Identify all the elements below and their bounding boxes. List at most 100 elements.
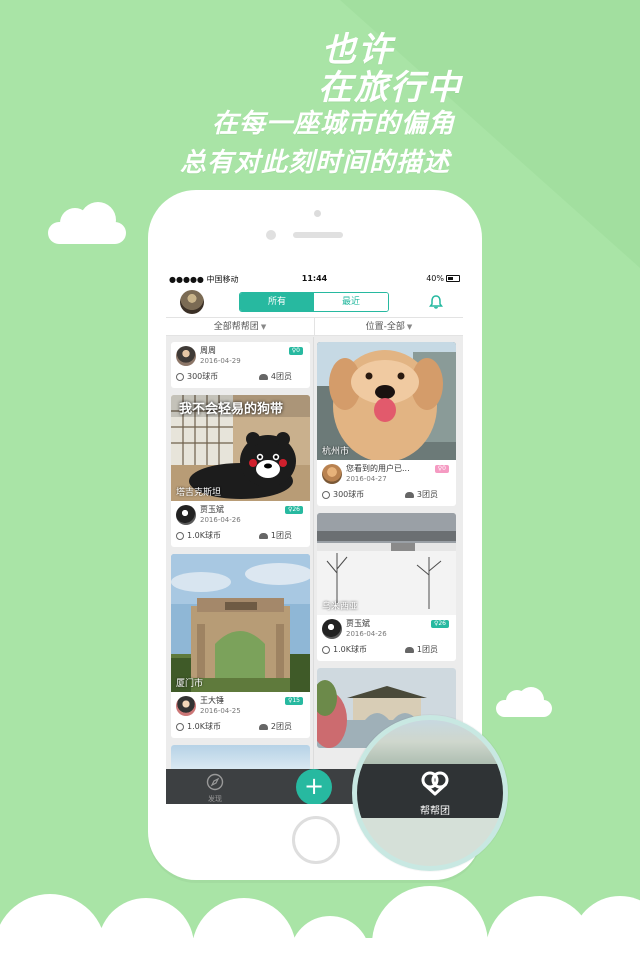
tab-recent[interactable]: 最近	[314, 293, 388, 311]
tab-group-label: 帮帮团	[420, 806, 450, 817]
gender-badge: ♀0	[434, 465, 449, 473]
poster-line-3: 在每一座城市的偏角	[212, 109, 456, 139]
top-bar: 所有 最近	[166, 286, 463, 318]
caret-down-icon: ▼	[260, 323, 267, 331]
members-icon	[404, 491, 414, 498]
avatar	[322, 464, 342, 484]
battery-indicator: 40%	[426, 274, 460, 283]
add-button[interactable]: +	[296, 769, 332, 804]
gate-photo	[171, 554, 310, 692]
coin-count: 300球币	[322, 489, 364, 500]
coin-icon	[176, 722, 184, 731]
location-label: 杭州市	[322, 447, 350, 457]
coin-icon	[322, 490, 330, 499]
cloud-decoration-left	[48, 202, 126, 244]
user-name: 贾玉斌	[346, 619, 370, 628]
card-info: 周周 2016-04-29 ♀0 300球币 4团员	[171, 342, 310, 388]
group-card[interactable]: 周周 2016-04-29 ♀0 300球币 4团员	[171, 342, 310, 388]
user-avatar[interactable]	[180, 290, 204, 314]
avatar	[176, 696, 196, 716]
poster-background: 也许 在旅行中 在每一座城市的偏角 总有对此刻时间的描述 ●●●●● 中国移动 …	[0, 0, 640, 960]
post-date: 2016-04-26	[346, 630, 387, 638]
member-count: 1团员	[258, 530, 292, 541]
magnifier-highlight: 帮帮团	[352, 715, 508, 871]
coin-count: 1.0K球币	[322, 644, 367, 655]
gender-badge: ♀0	[288, 347, 303, 355]
bell-icon[interactable]	[428, 294, 444, 310]
image-overlay-text: 我不会轻易的狗带	[179, 402, 284, 417]
cloud-decoration-right	[496, 687, 552, 717]
card-info: 贾玉斌 2016-04-26 ♀26 1.0K球币 1团员	[171, 501, 310, 547]
member-count: 4团员	[258, 371, 292, 382]
phone-speaker	[293, 232, 343, 238]
user-name: 贾玉斌	[200, 505, 224, 514]
feed-columns: 周周 2016-04-29 ♀0 300球币 4团员 我不会轻易的狗带 塔吉克斯…	[166, 337, 463, 785]
coin-count: 1.0K球币	[176, 530, 221, 541]
group-card[interactable]: 厦门市 王大锤 2016-04-25 ♀15 1.0K球币 2团员	[171, 554, 310, 738]
left-column: 周周 2016-04-29 ♀0 300球币 4团员 我不会轻易的狗带 塔吉克斯…	[171, 337, 310, 792]
group-card[interactable]: 乌米西亚 贾玉斌 2016-04-26 ♀26 1.0K球币 1团员	[317, 513, 456, 661]
card-image: 厦门市	[171, 554, 310, 692]
members-icon	[404, 646, 414, 653]
gender-badge: ♀26	[430, 620, 449, 628]
filter-bar: 全部帮帮团 ▼ 位置-全部 ▼	[166, 318, 463, 336]
location-label: 厦门市	[176, 679, 204, 689]
member-count: 2团员	[258, 721, 292, 732]
coin-icon	[176, 531, 184, 540]
compass-icon	[206, 773, 224, 791]
post-date: 2016-04-29	[200, 357, 241, 365]
battery-percent: 40%	[426, 274, 444, 283]
post-date: 2016-04-27	[346, 475, 387, 483]
card-image: 杭州市	[317, 342, 456, 460]
coin-count: 1.0K球币	[176, 721, 221, 732]
members-icon	[258, 723, 268, 730]
poster-line-2: 在旅行中	[318, 68, 462, 108]
tab-discover-label: 发现	[208, 795, 222, 803]
card-info: 您看到的用户已... 2016-04-27 ♀0 300球币 3团员	[317, 460, 456, 506]
filter-location-label: 位置-全部	[365, 322, 405, 332]
segmented-control: 所有 最近	[239, 292, 389, 312]
tab-discover[interactable]: 发现	[200, 773, 230, 804]
user-name: 您看到的用户已...	[346, 464, 410, 473]
group-card[interactable]: 杭州市 您看到的用户已... 2016-04-27 ♀0 300球币 3团员	[317, 342, 456, 506]
right-column: 杭州市 您看到的用户已... 2016-04-27 ♀0 300球币 3团员 乌…	[317, 337, 456, 755]
tab-group[interactable]: 帮帮团	[405, 770, 465, 817]
location-label: 乌米西亚	[322, 602, 359, 612]
gender-badge: ♀26	[284, 506, 303, 514]
card-info: 王大锤 2016-04-25 ♀15 1.0K球币 2团员	[171, 692, 310, 738]
filter-location[interactable]: 位置-全部 ▼	[315, 318, 463, 335]
tab-all[interactable]: 所有	[240, 293, 314, 311]
avatar	[176, 505, 196, 525]
coin-icon	[322, 645, 330, 654]
column-divider	[313, 337, 314, 769]
user-name: 王大锤	[200, 696, 224, 705]
coin-icon	[176, 372, 184, 381]
card-image: 乌米西亚	[317, 513, 456, 615]
phone-home-button[interactable]	[292, 816, 340, 864]
status-time: 11:44	[301, 274, 328, 283]
phone-camera	[314, 210, 321, 217]
caret-down-icon: ▼	[406, 323, 413, 331]
battery-icon	[446, 275, 460, 282]
member-count: 1团员	[404, 644, 438, 655]
filter-group[interactable]: 全部帮帮团 ▼	[166, 318, 315, 335]
gender-badge: ♀15	[284, 697, 303, 705]
heart-rings-icon	[421, 771, 449, 796]
card-image: 我不会轻易的狗带 塔吉克斯坦	[171, 395, 310, 501]
poster-line-4: 总有对此刻时间的描述	[180, 148, 451, 178]
post-date: 2016-04-26	[200, 516, 241, 524]
dog-photo	[317, 342, 456, 460]
phone-front-camera	[266, 230, 276, 240]
status-bar: ●●●●● 中国移动 11:44 40%	[166, 272, 463, 286]
filter-group-label: 全部帮帮团	[213, 322, 259, 332]
post-date: 2016-04-25	[200, 707, 241, 715]
group-card[interactable]: 我不会轻易的狗带 塔吉克斯坦 贾玉斌 2016-04-26 ♀26 1.0K球币…	[171, 395, 310, 547]
avatar	[176, 346, 196, 366]
location-label: 塔吉克斯坦	[176, 488, 222, 498]
avatar	[322, 619, 342, 639]
card-info: 贾玉斌 2016-04-26 ♀26 1.0K球币 1团员	[317, 615, 456, 661]
user-name: 周周	[200, 346, 216, 355]
coin-count: 300球币	[176, 371, 218, 382]
members-icon	[258, 532, 268, 539]
members-icon	[258, 373, 268, 380]
